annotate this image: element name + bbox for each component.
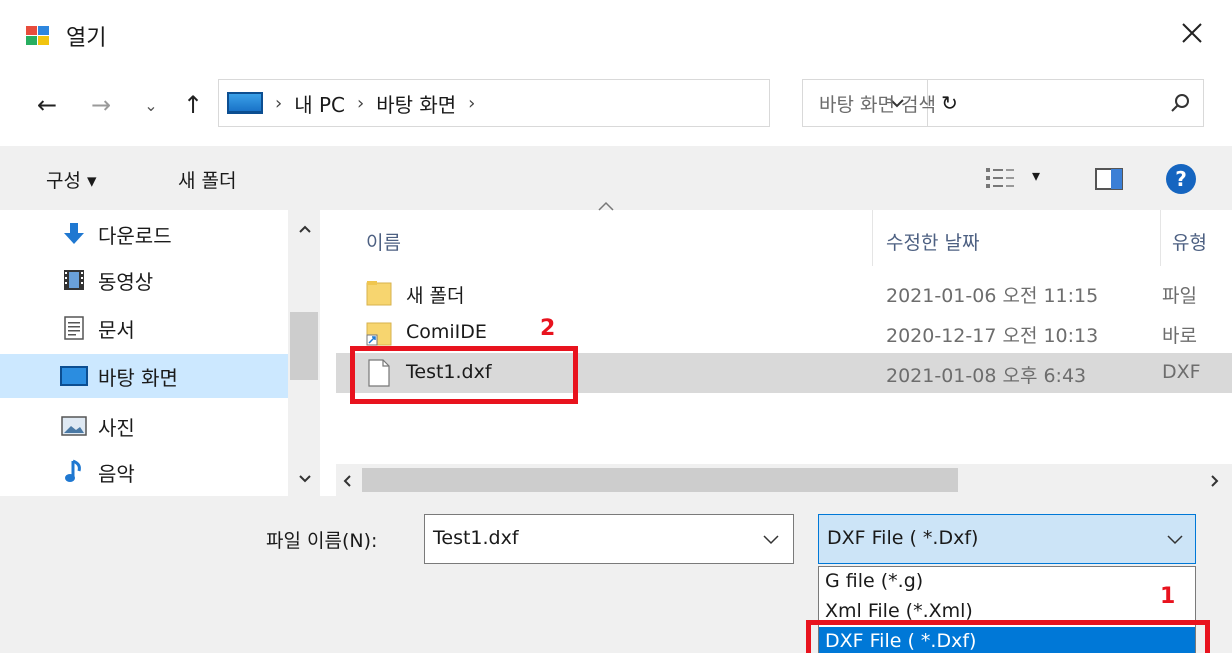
- file-date: 2021-01-08 오후 6:43: [886, 365, 1087, 387]
- recent-locations-button[interactable]: ⌄: [134, 88, 168, 122]
- shortcut-folder-icon: [366, 322, 392, 346]
- sidebar-item-label: 문서: [98, 317, 135, 342]
- chevron-right-icon[interactable]: ›: [275, 93, 282, 114]
- annotation-box-1: [806, 620, 1210, 653]
- video-icon: [60, 268, 88, 292]
- column-header-date[interactable]: 수정한 날짜: [886, 228, 979, 255]
- forward-button[interactable]: →: [84, 88, 118, 122]
- chevron-right-icon[interactable]: ›: [357, 93, 364, 114]
- file-list-scrollbar[interactable]: [336, 464, 1232, 496]
- file-type: 바로: [1162, 325, 1197, 347]
- download-icon: [60, 222, 88, 246]
- file-date: 2021-01-06 오전 11:15: [886, 285, 1099, 307]
- chevron-down-icon: ▾: [1032, 166, 1041, 185]
- breadcrumb-item-pc[interactable]: 내 PC: [294, 89, 345, 118]
- file-row[interactable]: 새 폴더 2021-01-06 오전 11:15 파일: [336, 273, 1232, 313]
- file-list-header: [336, 210, 1232, 268]
- help-icon[interactable]: ?: [1166, 164, 1196, 194]
- breadcrumb-item-desktop[interactable]: 바탕 화면: [376, 89, 456, 118]
- chevron-right-icon[interactable]: [1210, 474, 1220, 488]
- sidebar-item-documents[interactable]: 문서: [60, 306, 288, 350]
- file-name: 새 폴더: [406, 285, 465, 307]
- chevron-down-icon[interactable]: [1163, 529, 1187, 549]
- chevron-down-icon[interactable]: [759, 529, 783, 549]
- file-name: ComiIDE: [406, 321, 487, 343]
- sidebar-item-label: 다운로드: [98, 223, 172, 248]
- column-divider[interactable]: [1160, 210, 1161, 266]
- column-header-type[interactable]: 유형: [1172, 228, 1207, 255]
- filetype-option[interactable]: G file (*.g): [819, 567, 1195, 595]
- address-bar[interactable]: › 내 PC › 바탕 화면 › ↻: [218, 79, 958, 127]
- sidebar-item-label: 동영상: [98, 269, 154, 294]
- file-list-scroll-thumb[interactable]: [362, 468, 958, 492]
- column-divider[interactable]: [872, 210, 873, 266]
- filename-label: 파일 이름(N):: [266, 530, 378, 552]
- window-title: 열기: [66, 26, 107, 51]
- file-date: 2020-12-17 오전 10:13: [886, 325, 1099, 347]
- chevron-up-icon[interactable]: [298, 224, 312, 234]
- sidebar-item-pictures[interactable]: 사진: [60, 404, 288, 448]
- back-button[interactable]: ←: [30, 88, 64, 122]
- chevron-down-icon[interactable]: [298, 474, 312, 484]
- sidebar-scroll-thumb[interactable]: [290, 312, 318, 380]
- column-header-name[interactable]: 이름: [366, 228, 401, 255]
- chevron-right-icon[interactable]: ›: [468, 93, 475, 114]
- breadcrumb: › 내 PC › 바탕 화면 ›: [227, 80, 475, 126]
- sidebar-item-label: 사진: [98, 415, 135, 440]
- sidebar-item-downloads[interactable]: 다운로드: [60, 212, 288, 256]
- sort-ascending-icon: [598, 201, 614, 211]
- annotation-label-1: 1: [1160, 584, 1176, 609]
- folder-icon: [366, 281, 392, 306]
- picture-icon: [60, 414, 88, 438]
- chevron-left-icon[interactable]: [342, 474, 352, 488]
- new-folder-button[interactable]: 새 폴더: [178, 166, 236, 193]
- title-bar: 열기: [0, 0, 1232, 66]
- up-button[interactable]: ↑: [176, 88, 210, 122]
- filename-field[interactable]: Test1.dxf: [424, 514, 794, 564]
- app-icon: [26, 26, 49, 45]
- sidebar-item-desktop[interactable]: 바탕 화면: [0, 354, 288, 398]
- organize-button[interactable]: 구성 ▾: [46, 166, 97, 193]
- desktop-icon: [60, 364, 88, 388]
- filetype-value: DXF File ( *.Dxf): [827, 527, 979, 549]
- command-bar: 구성 ▾ 새 폴더 ▾ ?: [0, 146, 1232, 210]
- filename-value[interactable]: Test1.dxf: [433, 527, 519, 549]
- pc-icon: [227, 92, 263, 114]
- sidebar-item-label: 음악: [98, 461, 135, 486]
- search-box[interactable]: 바탕 화면 검색: [802, 79, 1204, 127]
- view-list-icon: [986, 168, 1014, 188]
- annotation-box-2: [350, 346, 578, 404]
- music-icon: [60, 459, 88, 484]
- file-type: DXF: [1162, 361, 1201, 383]
- close-icon: [1182, 23, 1202, 43]
- view-options-button[interactable]: ▾: [984, 164, 1054, 194]
- document-icon: [60, 316, 88, 340]
- search-input[interactable]: 바탕 화면 검색: [819, 90, 936, 117]
- file-type: 파일: [1162, 285, 1197, 307]
- annotation-label-2: 2: [540, 316, 556, 341]
- filetype-select[interactable]: DXF File ( *.Dxf): [818, 514, 1196, 564]
- sidebar-item-label: 바탕 화면: [98, 365, 178, 390]
- search-icon[interactable]: [1167, 90, 1193, 116]
- preview-pane-icon[interactable]: [1094, 166, 1124, 192]
- close-button[interactable]: [1170, 12, 1214, 54]
- sidebar-item-videos[interactable]: 동영상: [60, 258, 288, 302]
- sidebar-item-music[interactable]: 음악: [60, 450, 288, 494]
